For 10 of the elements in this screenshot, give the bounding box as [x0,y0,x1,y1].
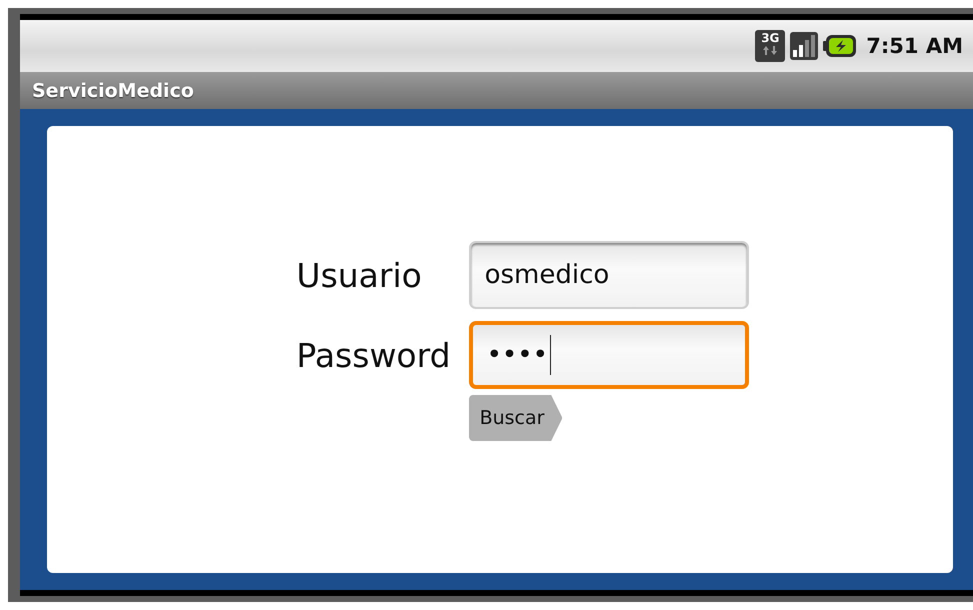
network-icon: 3G [755,30,786,62]
input-field[interactable]: osmedico [468,241,749,309]
field-label: Password [296,336,452,374]
search-button[interactable]: Buscar [468,395,562,441]
signal-icon [790,32,818,60]
input-field[interactable]: •••• [468,321,749,389]
status-time: 7:51 AM [866,34,963,58]
battery-icon [823,34,858,58]
field-label: Usuario [296,256,423,294]
window-title: ServicioMedico [32,80,194,102]
